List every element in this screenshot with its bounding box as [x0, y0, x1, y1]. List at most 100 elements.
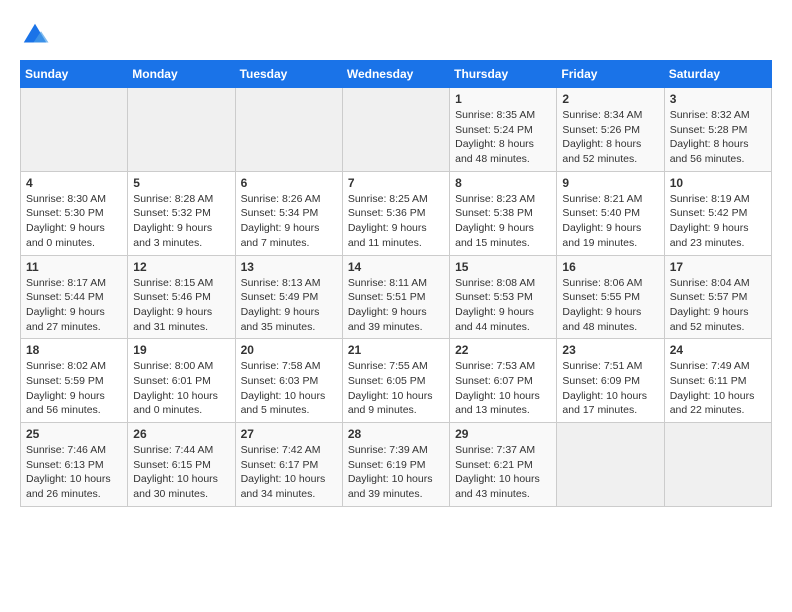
day-number: 21	[348, 343, 444, 357]
day-info: Sunrise: 8:35 AM Sunset: 5:24 PM Dayligh…	[455, 108, 551, 167]
calendar-cell	[21, 88, 128, 172]
day-number: 20	[241, 343, 337, 357]
day-number: 19	[133, 343, 229, 357]
calendar-cell: 29Sunrise: 7:37 AM Sunset: 6:21 PM Dayli…	[450, 423, 557, 507]
calendar-header-sunday: Sunday	[21, 61, 128, 88]
logo	[20, 20, 54, 50]
logo-icon	[20, 20, 50, 50]
calendar-cell: 28 Sunrise: 7:39 AM Sunset: 6:19 PM Dayli…	[342, 423, 449, 507]
day-number: 5	[133, 176, 229, 190]
calendar-cell: 27 Sunrise: 7:42 AM Sunset: 6:17 PM Dayli…	[235, 423, 342, 507]
calendar-cell: 21 Sunrise: 7:55 AM Sunset: 6:05 PM Dayli…	[342, 339, 449, 423]
day-info: Sunrise: 7:55 AM Sunset: 6:05 PM Dayligh…	[348, 359, 444, 418]
day-number: 25	[26, 427, 122, 441]
day-number: 14	[348, 260, 444, 274]
calendar-cell	[342, 88, 449, 172]
calendar-cell: 15 Sunrise: 8:08 AM Sunset: 5:53 PM Dayli…	[450, 255, 557, 339]
day-number: 8	[455, 176, 551, 190]
day-number: 13	[241, 260, 337, 274]
calendar-week-row: 4 Sunrise: 8:30 AM Sunset: 5:30 PM Daylig…	[21, 171, 772, 255]
calendar-cell: 23Sunrise: 7:51 AM Sunset: 6:09 PM Dayli…	[557, 339, 664, 423]
day-info: Sunrise: 8:08 AM Sunset: 5:53 PM Dayligh…	[455, 276, 551, 335]
calendar-week-row: 11 Sunrise: 8:17 AM Sunset: 5:44 PM Dayli…	[21, 255, 772, 339]
calendar-cell: 7Sunrise: 8:25 AM Sunset: 5:36 PM Daylig…	[342, 171, 449, 255]
day-info: Sunrise: 8:04 AM Sunset: 5:57 PM Dayligh…	[670, 276, 766, 335]
calendar-cell	[557, 423, 664, 507]
calendar-cell: 16Sunrise: 8:06 AM Sunset: 5:55 PM Dayli…	[557, 255, 664, 339]
day-info: Sunrise: 8:00 AM Sunset: 6:01 PM Dayligh…	[133, 359, 229, 418]
day-number: 4	[26, 176, 122, 190]
calendar-cell: 12 Sunrise: 8:15 AM Sunset: 5:46 PM Dayli…	[128, 255, 235, 339]
calendar-header-tuesday: Tuesday	[235, 61, 342, 88]
calendar-cell: 6Sunrise: 8:26 AM Sunset: 5:34 PM Daylig…	[235, 171, 342, 255]
day-info: Sunrise: 8:34 AM Sunset: 5:26 PM Dayligh…	[562, 108, 658, 167]
calendar-cell	[235, 88, 342, 172]
day-info: Sunrise: 8:32 AM Sunset: 5:28 PM Dayligh…	[670, 108, 766, 167]
calendar-cell: 1Sunrise: 8:35 AM Sunset: 5:24 PM Daylig…	[450, 88, 557, 172]
day-info: Sunrise: 8:17 AM Sunset: 5:44 PM Dayligh…	[26, 276, 122, 335]
day-number: 10	[670, 176, 766, 190]
day-number: 9	[562, 176, 658, 190]
calendar-cell: 8 Sunrise: 8:23 AM Sunset: 5:38 PM Daylig…	[450, 171, 557, 255]
calendar-cell	[664, 423, 771, 507]
day-info: Sunrise: 7:37 AM Sunset: 6:21 PM Dayligh…	[455, 443, 551, 502]
day-info: Sunrise: 8:02 AM Sunset: 5:59 PM Dayligh…	[26, 359, 122, 418]
calendar-cell: 18Sunrise: 8:02 AM Sunset: 5:59 PM Dayli…	[21, 339, 128, 423]
day-number: 11	[26, 260, 122, 274]
calendar-cell: 9 Sunrise: 8:21 AM Sunset: 5:40 PM Daylig…	[557, 171, 664, 255]
calendar-cell: 10 Sunrise: 8:19 AM Sunset: 5:42 PM Dayli…	[664, 171, 771, 255]
calendar-cell: 19 Sunrise: 8:00 AM Sunset: 6:01 PM Dayli…	[128, 339, 235, 423]
day-info: Sunrise: 7:53 AM Sunset: 6:07 PM Dayligh…	[455, 359, 551, 418]
day-number: 26	[133, 427, 229, 441]
calendar-header-friday: Friday	[557, 61, 664, 88]
day-number: 2	[562, 92, 658, 106]
calendar-cell: 11 Sunrise: 8:17 AM Sunset: 5:44 PM Dayli…	[21, 255, 128, 339]
calendar-week-row: 25 Sunrise: 7:46 AM Sunset: 6:13 PM Dayli…	[21, 423, 772, 507]
day-number: 6	[241, 176, 337, 190]
day-number: 12	[133, 260, 229, 274]
day-number: 28	[348, 427, 444, 441]
day-info: Sunrise: 7:44 AM Sunset: 6:15 PM Dayligh…	[133, 443, 229, 502]
day-number: 24	[670, 343, 766, 357]
day-info: Sunrise: 7:42 AM Sunset: 6:17 PM Dayligh…	[241, 443, 337, 502]
calendar-cell: 5 Sunrise: 8:28 AM Sunset: 5:32 PM Daylig…	[128, 171, 235, 255]
calendar-header-saturday: Saturday	[664, 61, 771, 88]
calendar-cell	[128, 88, 235, 172]
day-info: Sunrise: 7:39 AM Sunset: 6:19 PM Dayligh…	[348, 443, 444, 502]
day-info: Sunrise: 8:13 AM Sunset: 5:49 PM Dayligh…	[241, 276, 337, 335]
day-info: Sunrise: 8:25 AM Sunset: 5:36 PM Dayligh…	[348, 192, 444, 251]
day-number: 22	[455, 343, 551, 357]
day-info: Sunrise: 7:46 AM Sunset: 6:13 PM Dayligh…	[26, 443, 122, 502]
day-info: Sunrise: 8:21 AM Sunset: 5:40 PM Dayligh…	[562, 192, 658, 251]
day-info: Sunrise: 8:15 AM Sunset: 5:46 PM Dayligh…	[133, 276, 229, 335]
day-info: Sunrise: 8:30 AM Sunset: 5:30 PM Dayligh…	[26, 192, 122, 251]
calendar-cell: 4 Sunrise: 8:30 AM Sunset: 5:30 PM Daylig…	[21, 171, 128, 255]
calendar-cell: 20 Sunrise: 7:58 AM Sunset: 6:03 PM Dayli…	[235, 339, 342, 423]
day-number: 17	[670, 260, 766, 274]
day-info: Sunrise: 8:11 AM Sunset: 5:51 PM Dayligh…	[348, 276, 444, 335]
calendar-cell: 22 Sunrise: 7:53 AM Sunset: 6:07 PM Dayli…	[450, 339, 557, 423]
calendar-table: SundayMondayTuesdayWednesdayThursdayFrid…	[20, 60, 772, 507]
calendar-header-wednesday: Wednesday	[342, 61, 449, 88]
day-info: Sunrise: 8:06 AM Sunset: 5:55 PM Dayligh…	[562, 276, 658, 335]
calendar-cell: 24 Sunrise: 7:49 AM Sunset: 6:11 PM Dayli…	[664, 339, 771, 423]
calendar-cell: 17 Sunrise: 8:04 AM Sunset: 5:57 PM Dayli…	[664, 255, 771, 339]
calendar-cell: 3 Sunrise: 8:32 AM Sunset: 5:28 PM Daylig…	[664, 88, 771, 172]
day-info: Sunrise: 8:28 AM Sunset: 5:32 PM Dayligh…	[133, 192, 229, 251]
calendar-cell: 13 Sunrise: 8:13 AM Sunset: 5:49 PM Dayli…	[235, 255, 342, 339]
calendar-header-row: SundayMondayTuesdayWednesdayThursdayFrid…	[21, 61, 772, 88]
day-number: 23	[562, 343, 658, 357]
calendar-cell: 25 Sunrise: 7:46 AM Sunset: 6:13 PM Dayli…	[21, 423, 128, 507]
day-info: Sunrise: 8:23 AM Sunset: 5:38 PM Dayligh…	[455, 192, 551, 251]
day-info: Sunrise: 8:19 AM Sunset: 5:42 PM Dayligh…	[670, 192, 766, 251]
day-number: 15	[455, 260, 551, 274]
calendar-header-thursday: Thursday	[450, 61, 557, 88]
calendar-header-monday: Monday	[128, 61, 235, 88]
calendar-cell: 14 Sunrise: 8:11 AM Sunset: 5:51 PM Dayli…	[342, 255, 449, 339]
calendar-week-row: 1Sunrise: 8:35 AM Sunset: 5:24 PM Daylig…	[21, 88, 772, 172]
day-info: Sunrise: 7:49 AM Sunset: 6:11 PM Dayligh…	[670, 359, 766, 418]
day-number: 27	[241, 427, 337, 441]
day-info: Sunrise: 7:58 AM Sunset: 6:03 PM Dayligh…	[241, 359, 337, 418]
calendar-cell: 26 Sunrise: 7:44 AM Sunset: 6:15 PM Dayli…	[128, 423, 235, 507]
day-number: 3	[670, 92, 766, 106]
